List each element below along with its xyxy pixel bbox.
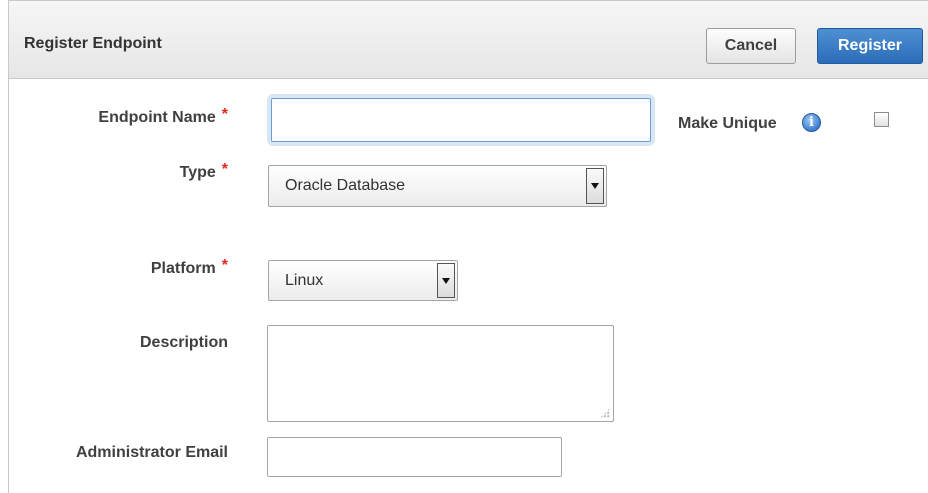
cancel-button[interactable]: Cancel bbox=[706, 28, 796, 64]
type-label: Type * bbox=[179, 161, 228, 181]
admin-email-input[interactable] bbox=[267, 437, 562, 477]
info-icon[interactable]: i bbox=[802, 113, 821, 132]
required-marker: * bbox=[221, 257, 228, 274]
platform-select[interactable]: Linux bbox=[268, 260, 458, 301]
make-unique-checkbox[interactable] bbox=[874, 112, 889, 127]
required-marker: * bbox=[221, 161, 228, 178]
endpoint-name-label: Endpoint Name * bbox=[98, 106, 228, 126]
type-selected-value: Oracle Database bbox=[285, 177, 406, 194]
panel-title: Register Endpoint bbox=[24, 35, 162, 52]
chevron-down-icon bbox=[442, 277, 450, 284]
description-textarea[interactable] bbox=[267, 325, 614, 422]
resize-grip-icon[interactable] bbox=[600, 408, 610, 418]
make-unique-label: Make Unique bbox=[678, 115, 777, 132]
platform-dropdown-button[interactable] bbox=[437, 263, 455, 298]
register-endpoint-panel: Register Endpoint Cancel Register Endpoi… bbox=[8, 0, 928, 493]
platform-label: Platform * bbox=[150, 257, 228, 277]
type-select[interactable]: Oracle Database bbox=[268, 165, 607, 207]
type-dropdown-button[interactable] bbox=[586, 168, 604, 204]
required-marker: * bbox=[221, 106, 228, 123]
endpoint-name-input[interactable] bbox=[271, 98, 651, 142]
description-label: Description bbox=[139, 334, 228, 351]
chevron-down-icon bbox=[591, 183, 599, 189]
panel-header: Register Endpoint Cancel Register bbox=[9, 1, 928, 79]
platform-selected-value: Linux bbox=[285, 271, 324, 289]
admin-email-label: Administrator Email bbox=[75, 444, 228, 461]
register-button[interactable]: Register bbox=[817, 28, 923, 64]
